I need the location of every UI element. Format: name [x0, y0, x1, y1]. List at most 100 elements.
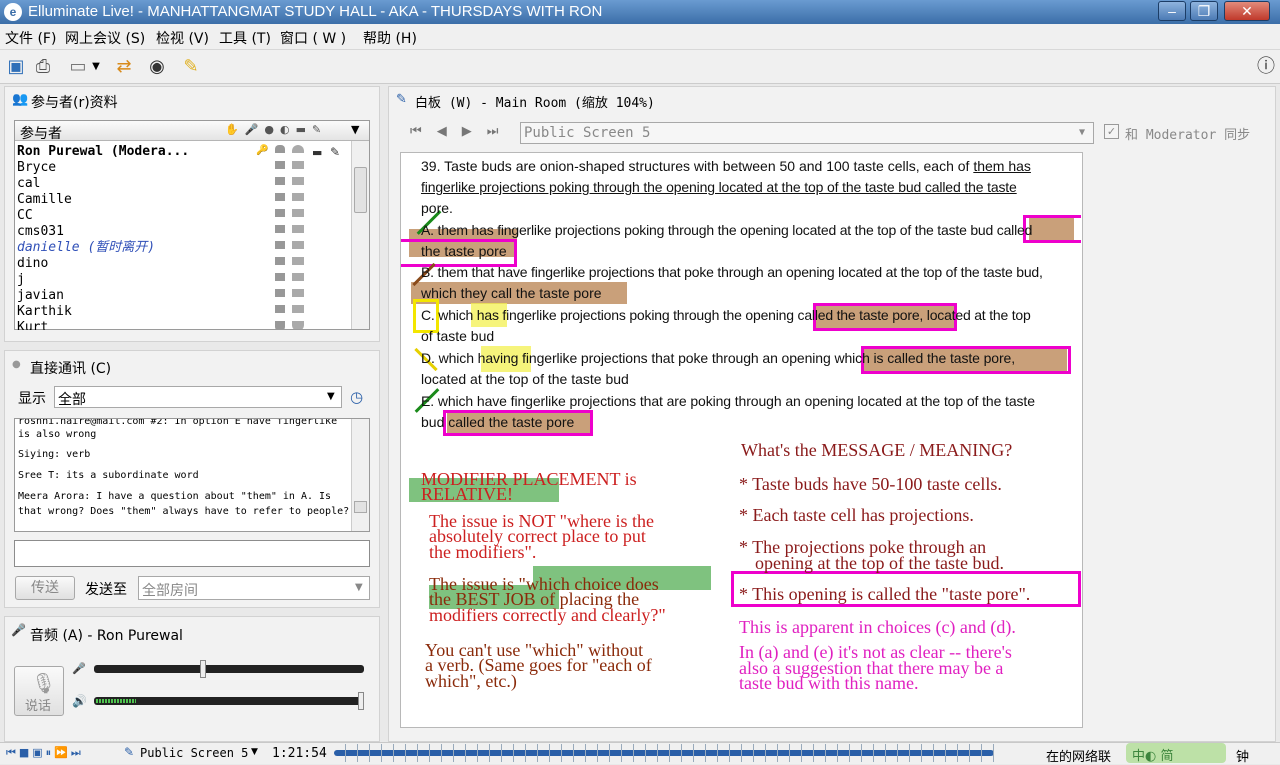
- mic-volume-slider[interactable]: [94, 665, 364, 673]
- save-icon[interactable]: ▣: [4, 55, 28, 79]
- chevron-down-icon[interactable]: ▼: [355, 582, 363, 593]
- layout-icon[interactable]: ▭: [64, 55, 92, 79]
- chevron-down-icon[interactable]: ▼: [251, 747, 258, 757]
- menu-tools[interactable]: 工具 (T): [219, 28, 271, 48]
- screen-select[interactable]: Public Screen 5 ▼: [520, 122, 1094, 144]
- participants-title: 参与者(r)资料: [31, 95, 118, 111]
- choice-d-line: located at the top of the taste bud: [421, 371, 629, 387]
- whiteboard-canvas[interactable]: 39. Taste buds are onion-shaped structur…: [400, 152, 1083, 728]
- playback-time: 1:21:54: [272, 746, 327, 761]
- sync-checkbox[interactable]: ✓: [1104, 124, 1119, 139]
- menu-view[interactable]: 检视 (V): [156, 28, 209, 48]
- playback-controls[interactable]: ⏮■▣⏸⏩⏭: [6, 746, 84, 760]
- choice-d-line: D. which having fingerlike projections t…: [421, 350, 1016, 366]
- note-right: This is apparent in choices (c) and (d).: [739, 617, 1016, 637]
- ime-text: 中◐ 简: [1132, 749, 1174, 764]
- minimize-button[interactable]: ‒: [1158, 1, 1186, 21]
- participants-icon: 👥: [12, 92, 29, 107]
- toolbar: ▣ ⎙ ▭ ▼ ⇄ ◉ ✎ ⓘ: [0, 50, 1280, 84]
- microphone-icon: 🎤: [11, 623, 26, 637]
- webcam-icon[interactable]: ◉: [145, 55, 169, 79]
- talk-label: 说话: [25, 699, 52, 714]
- choice-a-line: A. them has fingerlike projections pokin…: [421, 222, 1033, 238]
- choice-a-line: the taste pore: [421, 243, 507, 259]
- dropdown-icon[interactable]: ▼: [90, 55, 102, 79]
- question-stem-line: 39. Taste buds are onion-shaped structur…: [421, 158, 1031, 174]
- microphone-icon: 🎙: [31, 671, 57, 695]
- send-button[interactable]: 传送: [15, 576, 75, 600]
- choice-c-line: of taste bud: [421, 328, 495, 344]
- chat-filter-select[interactable]: 全部 ▼: [54, 386, 342, 408]
- chat-bubble-icon: ●: [12, 359, 21, 370]
- participants-column-header[interactable]: 参与者: [20, 123, 62, 143]
- participants-header: 参与者 ✋🎤●◐▬✎ ▼: [15, 121, 369, 143]
- screen-select-value: Public Screen 5: [524, 125, 651, 141]
- chat-message: Sree T: its a subordinate word: [18, 470, 199, 481]
- menu-window[interactable]: 窗口 ( W ): [280, 28, 346, 48]
- note-right: * This opening is called the "taste pore…: [739, 584, 1031, 604]
- choice-e-line: E. which have fingerlike projections tha…: [421, 393, 1035, 409]
- status-screen[interactable]: Public Screen 5: [140, 746, 248, 760]
- network-status-text-2: 钟: [1236, 750, 1250, 765]
- maximize-button[interactable]: ❐: [1190, 1, 1218, 21]
- window-title: Elluminate Live! - MANHATTANGMAT STUDY H…: [28, 3, 603, 20]
- chat-bubble-icons: [292, 145, 304, 331]
- chat-message: that wrong? Does "them" always have to r…: [18, 506, 350, 517]
- mic-level-icon: 🎤: [72, 662, 86, 675]
- app-logo-icon: e: [4, 3, 22, 21]
- note-right: * Taste buds have 50-100 taste cells.: [739, 474, 1002, 494]
- timeline-ticks: [334, 744, 994, 762]
- chevron-down-icon[interactable]: ▼: [327, 391, 335, 402]
- menu-help[interactable]: 帮助 (H): [363, 28, 417, 48]
- chevron-down-icon[interactable]: ▼: [1079, 127, 1085, 138]
- participant-status-icons: 🔑 ▬ ✎: [252, 145, 342, 331]
- menu-file[interactable]: 文件 (F): [5, 28, 56, 48]
- chevron-down-icon[interactable]: ▼: [351, 123, 359, 136]
- speaker-volume-thumb[interactable]: [358, 692, 364, 710]
- network-status-text: 在的网络联: [1046, 750, 1112, 765]
- chat-message: Meera Arora: I have a question about "th…: [18, 491, 332, 502]
- mic-volume-thumb[interactable]: [200, 660, 206, 678]
- scroll-thumb[interactable]: [354, 501, 367, 513]
- talk-button[interactable]: 🎙 说话: [14, 666, 64, 716]
- status-bar: ⏮■▣⏸⏩⏭ ✎ Public Screen 5 ▼ 1:21:54 在的网络联…: [0, 742, 1280, 765]
- moderator-icon: 🔑: [256, 145, 269, 156]
- close-button[interactable]: ✕: [1224, 1, 1270, 21]
- audio-title: 音频 (A) - Ron Purewal: [30, 628, 183, 644]
- notes-icon[interactable]: ✎: [179, 55, 203, 79]
- send-to-label: 发送至: [85, 582, 127, 598]
- note-left: the modifiers".: [429, 542, 537, 562]
- menu-bar: 文件 (F) 网上会议 (S) 检视 (V) 工具 (T) 窗口 ( W ) 帮…: [0, 24, 1280, 50]
- note-right: * Each taste cell has projections.: [739, 505, 974, 525]
- choice-e-line: bud called the taste pore: [421, 414, 575, 430]
- print-icon[interactable]: ⎙: [31, 55, 55, 79]
- chat-show-label: 显示: [18, 391, 46, 407]
- question-stem-line: fingerlike projections poking through th…: [421, 179, 1017, 195]
- chat-message: Siying: verb: [18, 449, 91, 460]
- menu-session[interactable]: 网上会议 (S): [65, 28, 145, 48]
- info-icon[interactable]: ⓘ: [1254, 55, 1278, 79]
- note-right: opening at the top of the taste bud.: [755, 553, 1004, 573]
- chat-message: is also wrong: [18, 429, 97, 440]
- note-left: which", etc.): [425, 671, 517, 691]
- note-left: RELATIVE!: [421, 484, 513, 504]
- participants-scrollbar[interactable]: [351, 141, 369, 329]
- note-left: modifiers correctly and clearly?": [429, 605, 666, 625]
- speaker-volume-slider[interactable]: [94, 697, 364, 705]
- choice-c-line: C. which has fingerlike projections poki…: [421, 307, 1031, 323]
- chat-input[interactable]: [14, 540, 370, 567]
- chat-filter-value: 全部: [58, 392, 86, 408]
- title-bar: e Elluminate Live! - MANHATTANGMAT STUDY…: [0, 0, 1280, 24]
- scroll-thumb[interactable]: [354, 167, 367, 213]
- chat-log[interactable]: roshni.naire@mail.com #2: In option E ha…: [14, 418, 370, 532]
- screen-nav-buttons[interactable]: ⏮◀▶⏭: [410, 124, 513, 139]
- clock-icon[interactable]: ◷: [350, 388, 363, 406]
- whiteboard-title: 白板 (W) - Main Room (缩放 104%): [415, 96, 655, 111]
- speaker-level-meter: [96, 699, 136, 703]
- chat-scrollbar[interactable]: [351, 419, 369, 531]
- note-right: What's the MESSAGE / MEANING?: [741, 440, 1013, 460]
- share-icon[interactable]: ⇄: [112, 55, 136, 79]
- send-to-select[interactable]: 全部房间 ▼: [138, 576, 370, 600]
- choice-b-line: which they call the taste pore: [421, 285, 602, 301]
- ime-indicator[interactable]: 中◐ 简: [1126, 743, 1226, 764]
